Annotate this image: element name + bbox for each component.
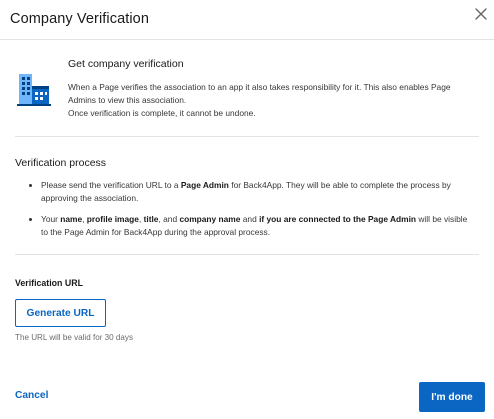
close-icon[interactable] [474, 7, 488, 21]
verification-process-section: Verification process Please send the ver… [15, 138, 479, 255]
generate-url-button[interactable]: Generate URL [15, 299, 106, 327]
bullet-text: Your name, profile image, title, and com… [41, 214, 468, 237]
bullet-dot [29, 218, 32, 221]
process-heading: Verification process [15, 157, 107, 169]
verification-url-section: Verification URL Generate URL The URL wi… [15, 256, 479, 356]
url-validity-hint: The URL will be valid for 30 days [15, 333, 134, 342]
intro-heading: Get company verification [68, 58, 184, 70]
intro-section: Get company verification When a Page ver… [15, 40, 479, 137]
company-verification-dialog: Company Verification Get company verific… [0, 0, 494, 419]
bullet-dot [29, 184, 32, 187]
process-bullet-send-url: Please send the verification URL to a Pa… [29, 179, 475, 205]
dialog-title: Company Verification [10, 11, 150, 27]
intro-line-2: Once verification is complete, it cannot… [68, 108, 256, 118]
dialog-header: Company Verification [0, 0, 494, 40]
intro-line-1: When a Page verifies the association to … [68, 82, 451, 105]
intro-description: When a Page verifies the association to … [68, 81, 478, 120]
dialog-footer: Cancel I'm done [0, 375, 494, 419]
bullet-text: Please send the verification URL to a Pa… [41, 180, 451, 203]
done-button[interactable]: I'm done [419, 382, 485, 412]
building-icon [17, 74, 51, 106]
process-bullet-visibility: Your name, profile image, title, and com… [29, 213, 475, 239]
cancel-button[interactable]: Cancel [15, 390, 48, 401]
verification-url-label: Verification URL [15, 278, 83, 288]
